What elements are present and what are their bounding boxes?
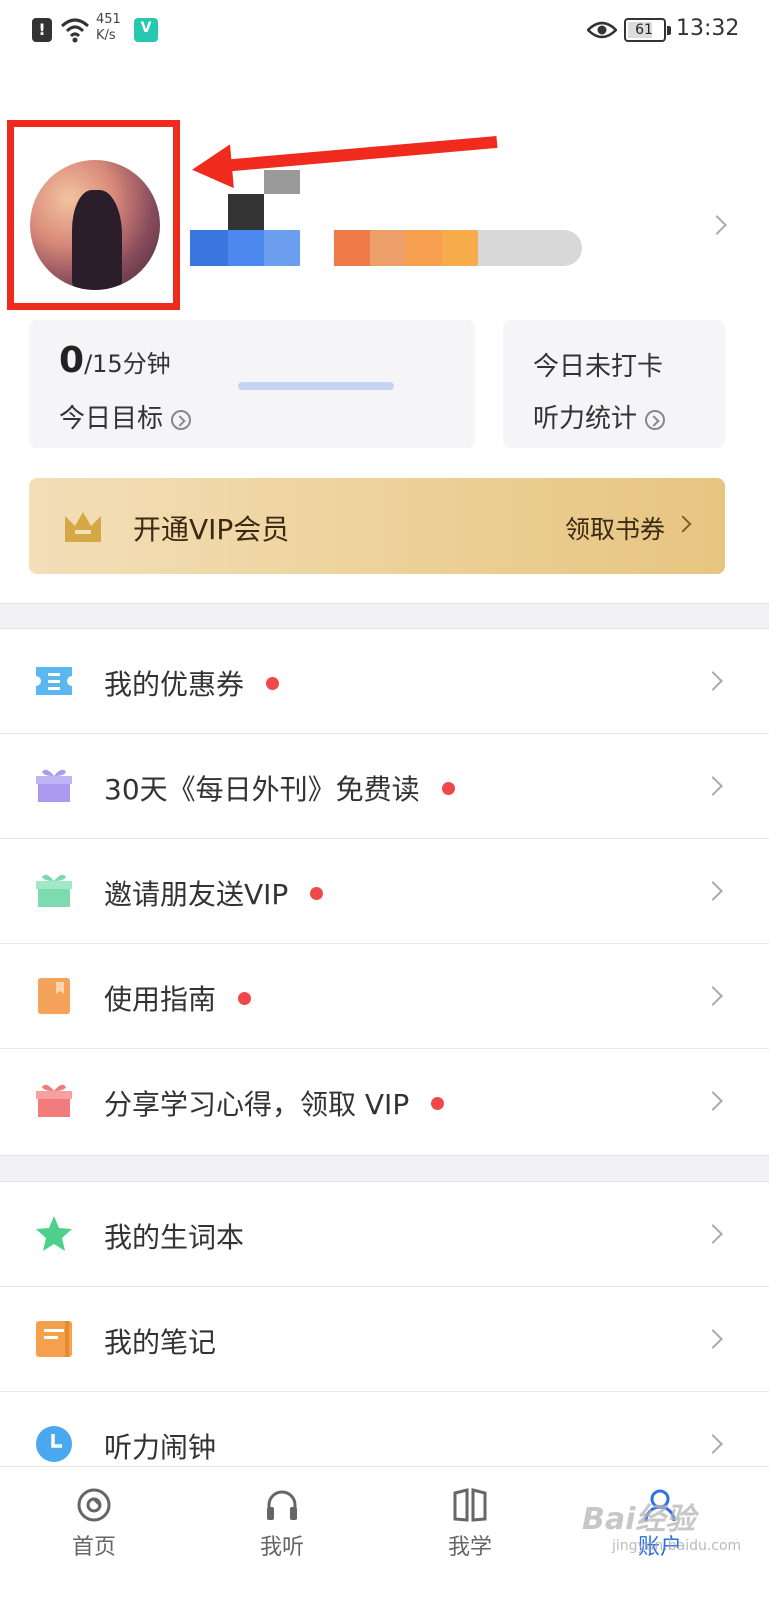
battery-level: 61 [635,22,653,38]
notification-dot [441,781,455,795]
menu-item-free-reading[interactable]: 30天《每日外刊》免费读 [0,734,769,839]
goal-progress-text: 0/15分钟 [59,340,171,381]
clock-icon [36,1426,72,1462]
notification-dot [238,991,252,1005]
app-notification-icon: V [134,18,158,42]
nav-label: 我学 [447,1535,492,1560]
nav-label: 首页 [71,1535,116,1560]
book-open-icon [453,1488,487,1522]
menu-item-label: 我的笔记 [104,1326,217,1359]
nav-learn[interactable]: 我学 [400,1467,540,1600]
claim-coupon-link[interactable]: 领取书券 [565,510,665,546]
listening-stats-card[interactable]: 今日未打卡 听力统计 [503,320,725,448]
headphones-icon [267,1490,297,1520]
menu-item-vocabulary[interactable]: 我的生词本 [0,1182,769,1287]
goal-label: 今日目标 [59,404,164,434]
chevron-right-icon [703,881,723,901]
chevron-right-icon [703,1329,723,1349]
notification-dot [266,676,280,690]
circle-chevron-icon [171,409,192,430]
goal-label-row: 今日目标 [59,398,192,435]
book-icon [38,978,70,1014]
star-icon [36,1216,72,1251]
chevron-right-icon [674,515,692,533]
goal-target: /15分钟 [84,350,171,378]
menu-item-label: 30天《每日外刊》免费读 [104,768,455,808]
menu-item-label: 邀请朋友送VIP [104,873,324,913]
crown-icon [65,512,101,542]
status-bar: ! 451 K/s V 61 13:32 [0,0,769,60]
nav-home[interactable]: 首页 [24,1467,164,1600]
chevron-right-icon [703,671,723,691]
alert-icon: ! [32,18,52,42]
ticket-icon [36,667,72,695]
checkin-status: 今日未打卡 [533,352,664,382]
chevron-right-icon [703,986,723,1006]
gift-icon [36,1084,72,1117]
menu-item-label: 听力闹钟 [104,1431,217,1464]
annotation-arrow [221,135,498,172]
chevron-right-icon [703,1091,723,1111]
menu-item-notes[interactable]: 我的笔记 [0,1287,769,1392]
chevron-right-icon [703,1224,723,1244]
battery-icon: 61 [624,18,671,42]
chevron-right-icon [703,1434,723,1454]
menu-item-label: 使用指南 [104,978,252,1018]
goal-current: 0 [59,340,85,381]
menu-item-invite-friends[interactable]: 邀请朋友送VIP [0,839,769,944]
gift-icon [36,769,72,802]
section-divider [0,603,769,629]
nav-label: 我听 [259,1535,304,1560]
menu-item-label: 分享学习心得，领取 VIP [104,1083,445,1123]
menu-item-user-guide[interactable]: 使用指南 [0,944,769,1049]
section-divider [0,1155,769,1182]
vip-banner[interactable]: 开通VIP会员 领取书券 [29,478,725,574]
profile-chevron-right-icon[interactable] [707,215,727,235]
watermark-url: jingyan.baidu.com [612,1538,742,1554]
nav-listen[interactable]: 我听 [212,1467,352,1600]
home-icon [77,1488,111,1522]
network-speed-unit: K/s [96,28,116,43]
menu-item-coupons[interactable]: 我的优惠券 [0,629,769,734]
notebook-icon [36,1321,72,1357]
network-speed: 451 K/s [96,12,132,44]
status-time: 13:32 [676,16,740,41]
wifi-icon [60,18,90,43]
stats-label: 听力统计 [533,404,638,434]
circle-chevron-icon [645,409,666,430]
menu-item-label: 我的生词本 [104,1221,245,1254]
notification-dot [310,886,324,900]
eye-icon [587,21,617,39]
watermark: Bai经验 [582,1502,696,1537]
chevron-right-icon [703,776,723,796]
network-speed-value: 451 [96,12,121,27]
vip-title: 开通VIP会员 [133,513,290,546]
stats-label-row: 听力统计 [533,398,666,435]
goal-progress-bar [238,382,394,390]
highlight-box [7,120,180,310]
notification-dot [431,1096,445,1110]
username-mosaic [190,170,610,270]
gift-icon [36,874,72,907]
menu-item-label: 我的优惠券 [104,663,280,703]
menu-item-share-experience[interactable]: 分享学习心得，领取 VIP [0,1049,769,1154]
